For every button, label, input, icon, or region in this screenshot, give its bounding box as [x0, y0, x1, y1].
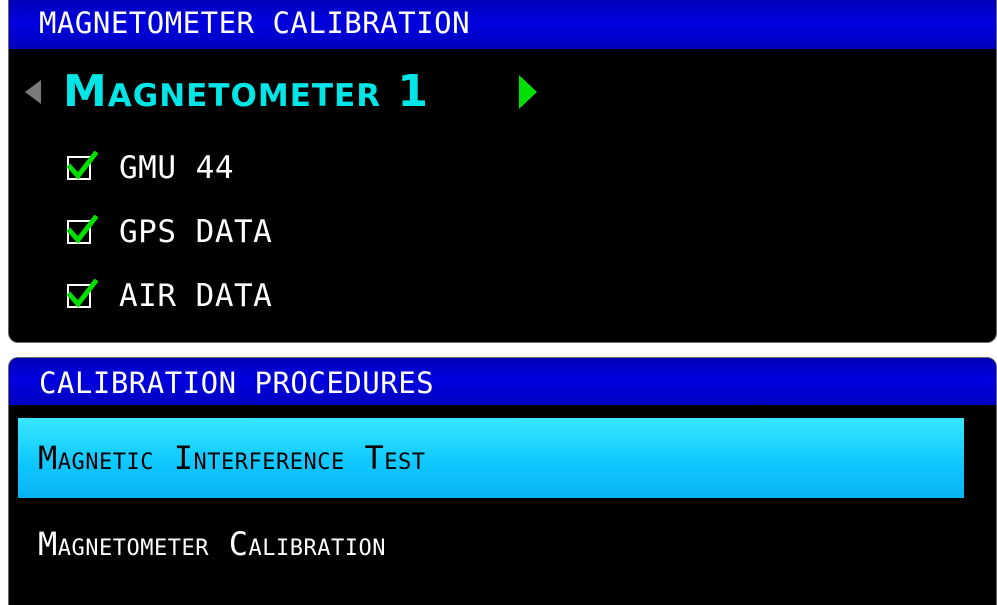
checklist-item-label: AIR DATA	[119, 278, 273, 314]
procedure-label: Magnetometer Calibration	[38, 525, 386, 563]
previous-arrow-icon[interactable]	[25, 80, 41, 104]
magnetometer-selector[interactable]: Magnetometer 1	[25, 64, 565, 120]
check-icon	[66, 278, 99, 308]
calibration-screen: MAGNETOMETER CALIBRATION Magnetometer 1 …	[0, 0, 997, 605]
checkbox	[66, 214, 99, 244]
checkbox	[66, 278, 99, 308]
check-icon	[66, 214, 99, 244]
next-arrow-icon[interactable]	[519, 75, 537, 109]
magnetometer-panel-title: MAGNETOMETER CALIBRATION	[9, 0, 996, 49]
magnetometer-panel: MAGNETOMETER CALIBRATION Magnetometer 1 …	[8, 0, 997, 343]
magnetometer-selector-label: Magnetometer 1	[63, 66, 429, 117]
procedure-magnetic-interference-test[interactable]: Magnetic Interference Test	[18, 418, 964, 498]
procedure-label: Magnetic Interference Test	[38, 439, 426, 477]
checklist-item-gps-data: GPS DATA	[66, 212, 467, 256]
checklist-item-air-data: AIR DATA	[66, 276, 467, 320]
procedure-magnetometer-calibration[interactable]: Magnetometer Calibration	[18, 504, 964, 584]
check-icon	[66, 150, 99, 180]
checkbox	[66, 150, 99, 180]
checklist-item-label: GPS DATA	[119, 214, 273, 250]
procedures-panel-title: CALIBRATION PROCEDURES	[9, 358, 996, 405]
procedures-panel: CALIBRATION PROCEDURES Magnetic Interfer…	[8, 357, 997, 605]
checklist-item-gmu: GMU 44	[66, 148, 467, 192]
checklist-item-label: GMU 44	[119, 150, 234, 186]
